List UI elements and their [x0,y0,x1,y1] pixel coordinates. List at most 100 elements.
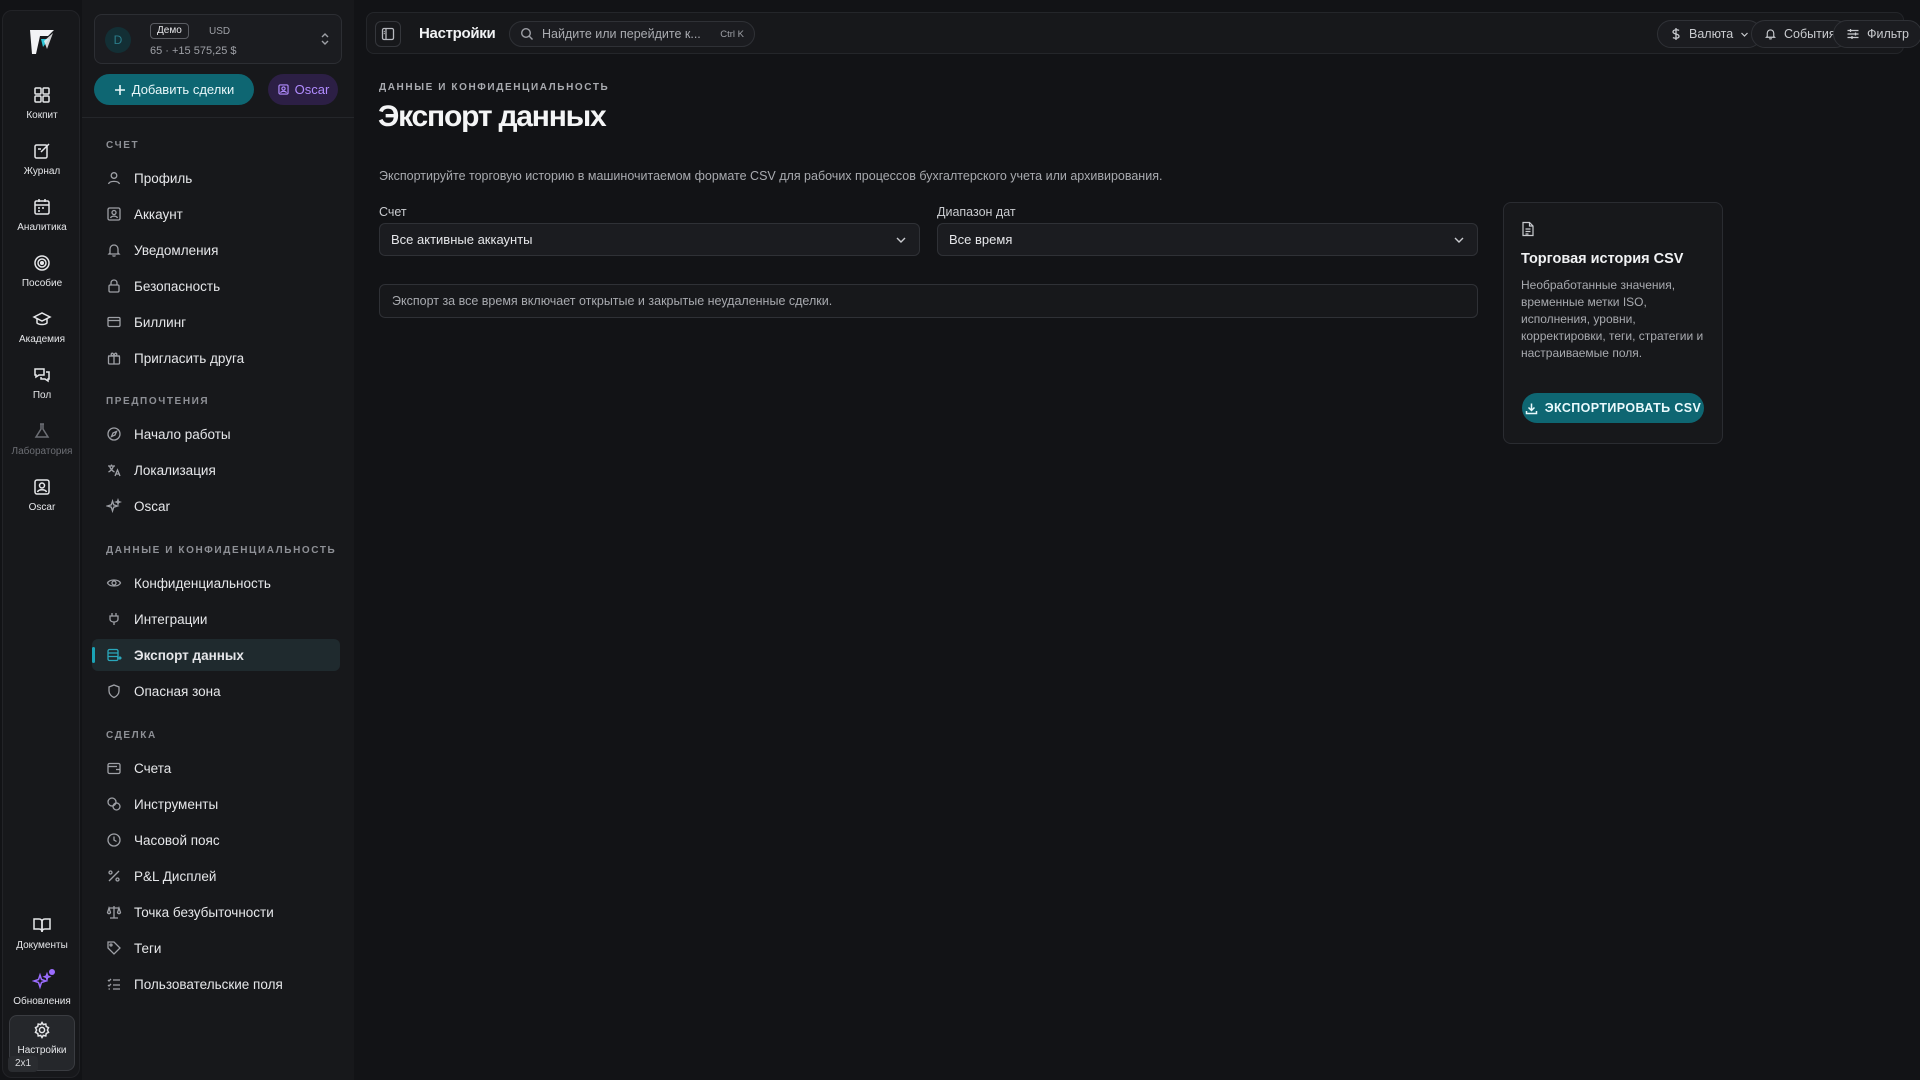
rail-item-lab[interactable]: Лаборатория [9,417,75,469]
nav-label: Биллинг [134,314,187,330]
rail-item-guide[interactable]: Пособие [9,249,75,301]
rail-item-cockpit[interactable]: Кокпит [9,81,75,133]
bell-icon [1765,29,1776,40]
nav-item-integrations[interactable]: Интеграции [92,603,340,635]
top-bar: Настройки Ctrl K Валюта События Фильтр [366,12,1920,54]
rail-label: Кокпит [26,110,58,121]
nav-label: Конфиденциальность [134,575,271,591]
rail-label: Настройки [17,1045,67,1056]
nav-item-accounts[interactable]: Счета [92,752,340,784]
nav-label: Теги [134,940,162,956]
nav-item-onboarding[interactable]: Начало работы [92,418,340,450]
settings-sidebar: D Демо USD 65 · +15 575,25 $ Добавить сд… [82,0,354,1080]
card-title: Торговая история CSV [1521,251,1684,267]
rail-item-journal[interactable]: Журнал [9,137,75,189]
nav-item-custom-fields[interactable]: Пользовательские поля [92,968,340,1000]
date-range-select[interactable]: Все время [937,223,1478,256]
breadcrumb: ДАННЫЕ И КОНФИДЕНЦИАЛЬНОСТЬ [379,82,610,93]
search-box[interactable]: Ctrl K [509,21,755,47]
filter-label: Фильтр [1867,27,1909,41]
sparkles-icon [106,498,122,514]
oscar-button[interactable]: Oscar [268,74,338,105]
sidebar-toggle-button[interactable] [375,21,401,47]
rail-label: Пол [32,390,52,401]
oscar-label: Oscar [294,82,330,97]
nav-label: Безопасность [134,278,221,294]
credit-card-icon [107,316,121,328]
nav-label: Опасная зона [134,683,221,699]
wallet-icon [107,762,121,775]
gear-icon [34,1021,50,1039]
nav-item-tags[interactable]: Теги [92,932,340,964]
nav-item-danger-zone[interactable]: Опасная зона [92,675,340,707]
account-field-label: Счет [379,205,407,219]
plug-icon [109,613,119,625]
rail-item-docs[interactable]: Документы [9,911,75,963]
database-export-icon [107,648,122,662]
rail-item-analytics[interactable]: Аналитика [9,193,75,245]
export-csv-button[interactable]: ЭКСПОРТИРОВАТЬ CSV [1522,393,1704,423]
nav-item-oscar-settings[interactable]: Oscar [92,490,340,522]
percent-icon [108,870,120,882]
add-trades-button[interactable]: Добавить сделки [94,74,254,105]
nav-item-pnl-display[interactable]: P&L Дисплей [92,860,340,892]
nav-item-localization[interactable]: Локализация [92,454,340,486]
nav-label: Пользовательские поля [134,976,283,992]
nav-item-security[interactable]: Безопасность [92,270,340,302]
rail-label: Аналитика [17,222,67,233]
nav-label: Часовой пояс [134,832,220,848]
rail-item-academy[interactable]: Академия [9,305,75,357]
download-icon [1525,403,1537,414]
filter-button[interactable]: Фильтр [1833,20,1920,48]
nav-item-instruments[interactable]: Инструменты [92,788,340,820]
scale-icon [106,905,122,919]
account-select[interactable]: Все активные аккаунты [379,223,920,256]
target-icon [34,255,50,271]
oscar-icon [34,479,50,495]
chevron-down-icon [896,237,906,243]
user-icon [107,172,121,185]
sidebar-toggle-icon [381,27,395,41]
nav-item-timezone[interactable]: Часовой пояс [92,824,340,856]
date-range-field-label: Диапазон дат [937,205,1016,219]
clock-icon [107,833,121,847]
currency-label: Валюта [1689,27,1734,41]
shield-icon [108,684,120,699]
icon-rail: Кокпит Журнал Аналитика Пособие Академия… [2,10,80,1078]
section-title-data-privacy: ДАННЫЕ И КОНФИДЕНЦИАЛЬНОСТЬ [106,545,337,556]
card-description: Необработанные значения, временные метки… [1521,278,1704,360]
account-summary: 65 · +15 575,25 $ [150,45,237,57]
section-title-trade: СДЕЛКА [106,730,157,741]
nav-item-breakeven[interactable]: Точка безубыточности [92,896,340,928]
rail-item-oscar[interactable]: Oscar [9,473,75,525]
nav-label: Пригласить друга [134,350,245,366]
rail-item-updates[interactable]: Обновления [9,967,75,1019]
plus-icon [114,84,125,95]
rail-item-floor[interactable]: Пол [9,361,75,413]
account-currency: USD [209,26,231,37]
search-icon [520,27,533,40]
rail-label: Документы [16,940,68,951]
nav-label: Локализация [134,462,216,478]
nav-label: Экспорт данных [134,647,244,663]
currency-dropdown[interactable]: Валюта [1657,20,1763,48]
size-badge: 2x1 [8,1056,39,1072]
rail-label: Пособие [21,278,63,289]
nav-item-account[interactable]: Аккаунт [92,198,340,230]
nav-item-billing[interactable]: Биллинг [92,306,340,338]
account-switcher[interactable]: D Демо USD 65 · +15 575,25 $ [94,14,342,64]
nav-label: P&L Дисплей [134,868,217,884]
search-input[interactable] [542,27,712,41]
sliders-icon [1847,29,1859,39]
translate-icon [108,464,121,477]
nav-item-notifications[interactable]: Уведомления [92,234,340,266]
app-logo[interactable] [3,21,81,63]
csv-export-card: Торговая история CSV Необработанные знач… [1503,202,1723,444]
page-title: Экспорт данных [378,100,607,133]
rail-label: Лаборатория [11,446,73,457]
nav-item-profile[interactable]: Профиль [92,162,340,194]
nav-item-data-export[interactable]: Экспорт данных [92,639,340,671]
nav-item-privacy[interactable]: Конфиденциальность [92,567,340,599]
checklist-icon [107,978,120,990]
nav-item-invite[interactable]: Пригласить друга [92,342,340,374]
